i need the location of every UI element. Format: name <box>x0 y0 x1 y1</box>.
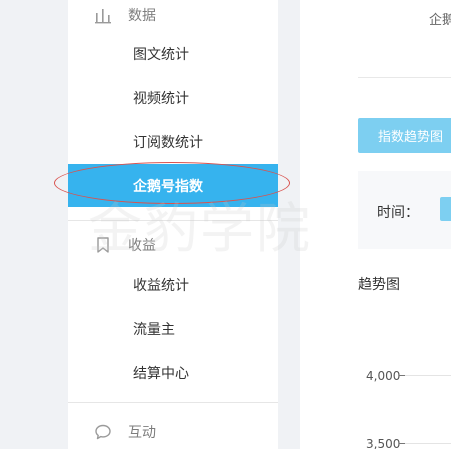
sidebar-item-traffic-owner[interactable]: 流量主 <box>68 311 278 347</box>
page: 数据 图文统计 视频统计 订阅数统计 企鹅号指数 收益 收益统计 流量主 结算中… <box>0 0 451 449</box>
time-filter-select[interactable] <box>440 197 451 221</box>
grid-line <box>405 443 451 444</box>
top-divider <box>358 77 451 78</box>
sidebar-section-label: 收益 <box>128 238 156 254</box>
chart-title: 趋势图 <box>358 277 400 293</box>
sidebar-item-video-stats[interactable]: 视频统计 <box>68 80 278 116</box>
tab-label: 指数趋势图 <box>378 130 444 145</box>
sidebar-section-data[interactable]: 数据 <box>68 0 278 30</box>
bookmark-icon <box>97 237 109 253</box>
sidebar-item-graphic-stats[interactable]: 图文统计 <box>68 36 278 72</box>
sidebar-item-label: 视频统计 <box>133 91 189 107</box>
y-tick-label: 3,500 <box>366 437 401 449</box>
sidebar-item-subscription-stats[interactable]: 订阅数统计 <box>68 124 278 160</box>
sidebar-item-label: 收益统计 <box>133 278 189 294</box>
sidebar-item-settlement-center[interactable]: 结算中心 <box>68 355 278 391</box>
sidebar-section-revenue[interactable]: 收益 <box>68 230 278 260</box>
comment-icon <box>95 424 111 440</box>
sidebar: 数据 图文统计 视频统计 订阅数统计 企鹅号指数 收益 收益统计 流量主 结算中… <box>68 0 278 449</box>
sidebar-divider <box>68 402 278 403</box>
sidebar-item-label: 图文统计 <box>133 47 189 63</box>
bar-chart-icon <box>95 9 111 24</box>
tab-index-trend[interactable]: 指数趋势图 <box>358 118 451 153</box>
sidebar-item-label: 订阅数统计 <box>133 135 203 151</box>
grid-line <box>405 375 451 376</box>
sidebar-section-label: 数据 <box>128 8 156 24</box>
sidebar-divider <box>68 220 278 221</box>
sidebar-item-label: 结算中心 <box>133 366 189 382</box>
top-label: 企鹅 <box>429 13 451 28</box>
sidebar-item-revenue-stats[interactable]: 收益统计 <box>68 267 278 303</box>
sidebar-section-label: 互动 <box>128 425 156 441</box>
time-filter-label: 时间： <box>377 205 419 221</box>
sidebar-item-label: 流量主 <box>133 322 175 338</box>
filter-panel: 时间： <box>358 171 451 249</box>
main-panel: 企鹅 指数趋势图 时间： 趋势图 4,000 3,500 <box>300 0 451 449</box>
sidebar-item-label: 企鹅号指数 <box>133 178 203 195</box>
sidebar-section-interaction[interactable]: 互动 <box>68 417 278 447</box>
sidebar-item-penguin-index[interactable]: 企鹅号指数 <box>68 164 278 207</box>
y-tick-label: 4,000 <box>366 369 401 383</box>
